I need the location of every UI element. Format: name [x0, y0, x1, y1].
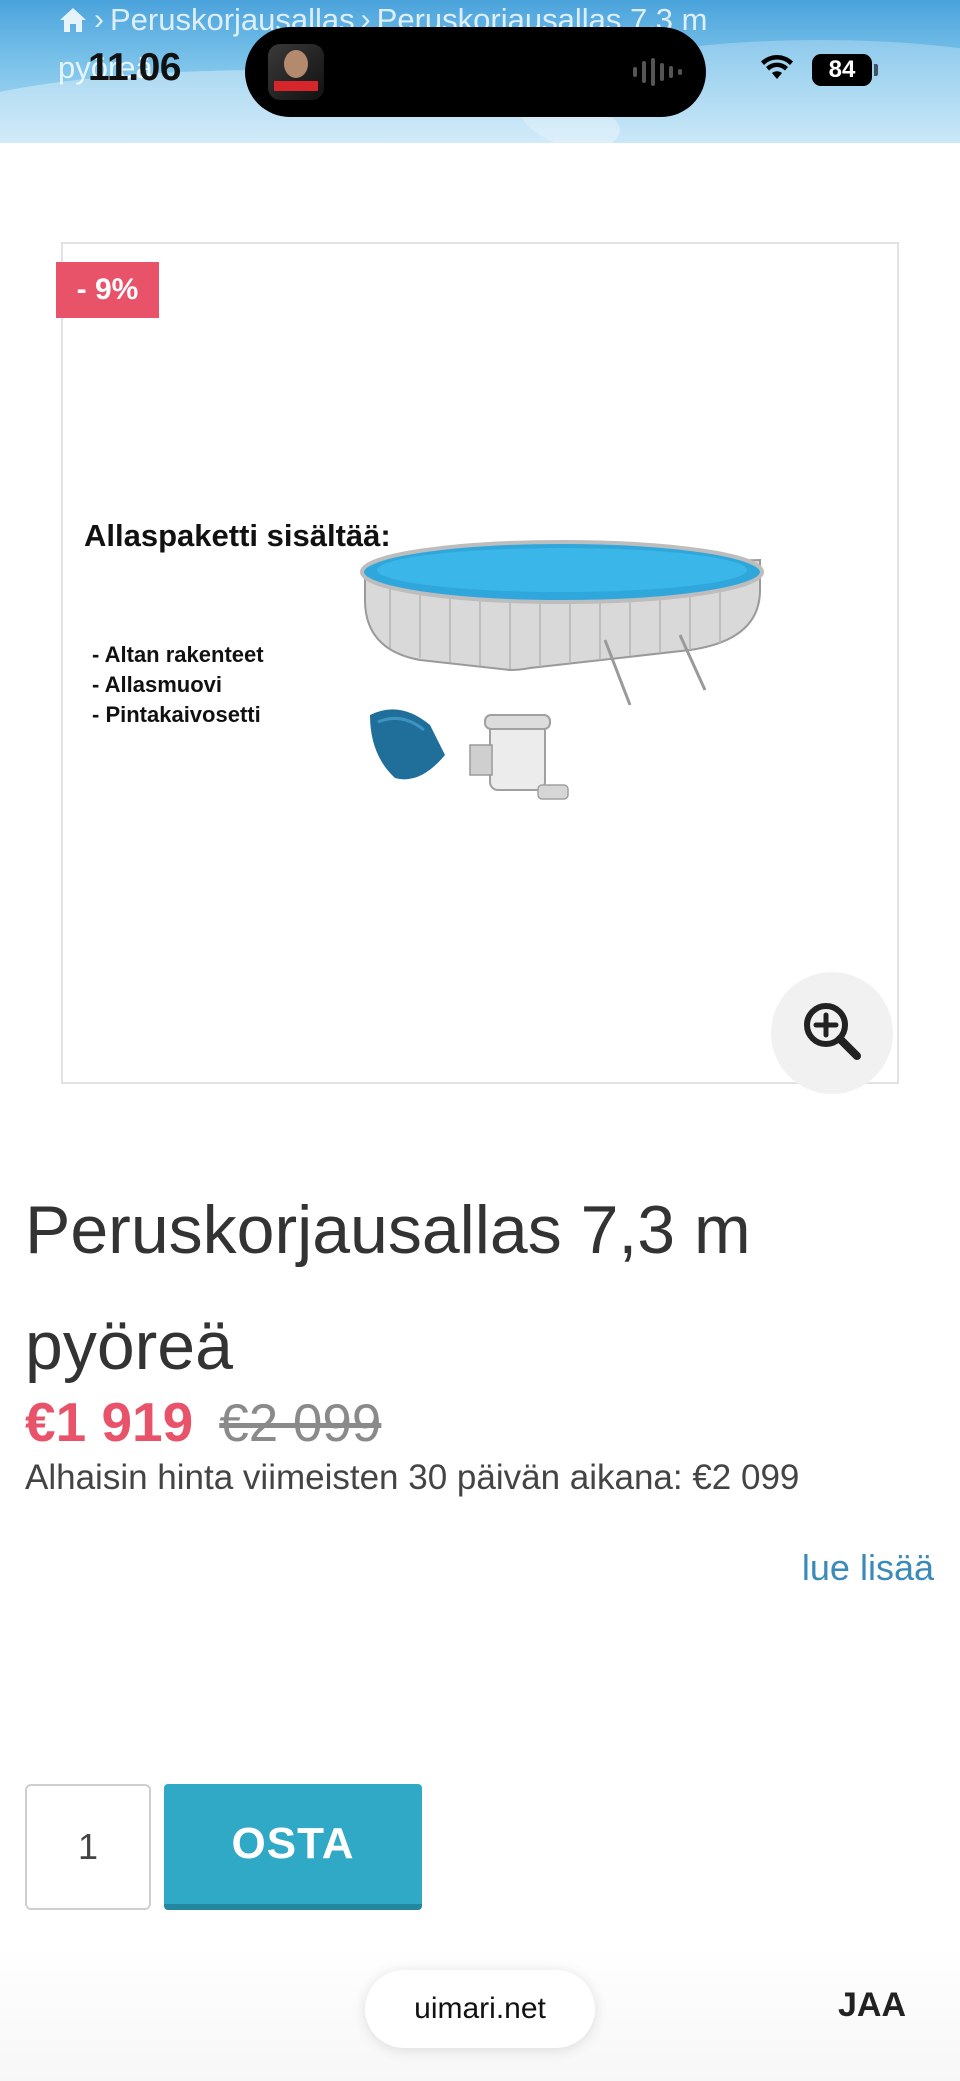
dynamic-island[interactable]	[245, 27, 706, 117]
lowest-price-note: Alhaisin hinta viimeisten 30 päivän aika…	[25, 1458, 800, 1497]
audio-waveform-icon	[633, 57, 682, 87]
quantity-input[interactable]	[25, 1784, 151, 1910]
chevron-right-icon: ›	[94, 3, 104, 36]
original-price: €2 099	[219, 1394, 382, 1453]
list-item: - Pintakaivosetti	[92, 702, 261, 727]
price-row: €1 919 €2 099	[25, 1390, 381, 1454]
list-item: - Altan rakenteet	[92, 642, 264, 667]
zoom-button[interactable]	[771, 972, 893, 1094]
pool-illustration	[360, 540, 764, 800]
product-title: Peruskorjausallas 7,3 m pyöreä	[25, 1192, 751, 1384]
discount-badge: - 9%	[56, 262, 159, 318]
zoom-in-icon	[801, 1000, 863, 1067]
address-bar[interactable]: uimari.net	[365, 1970, 595, 2048]
buy-button[interactable]: OSTA	[164, 1784, 422, 1910]
home-icon[interactable]	[58, 6, 88, 34]
now-playing-artwork	[268, 44, 324, 100]
header: › Peruskorjausallas › Peruskorjausallas …	[0, 0, 960, 143]
sale-price: €1 919	[25, 1391, 194, 1453]
read-more-link[interactable]: lue lisää	[802, 1547, 934, 1589]
image-contents-list: - Altan rakenteet - Allasmuovi - Pintaka…	[92, 640, 264, 730]
status-time: 11.06	[88, 46, 181, 89]
share-button[interactable]: JAA	[838, 1986, 906, 2025]
wifi-icon	[760, 54, 794, 86]
battery-icon: 84	[812, 54, 878, 86]
list-item: - Allasmuovi	[92, 672, 222, 697]
status-icons: 84	[760, 54, 878, 86]
image-heading: Allaspaketti sisältää:	[84, 518, 391, 553]
